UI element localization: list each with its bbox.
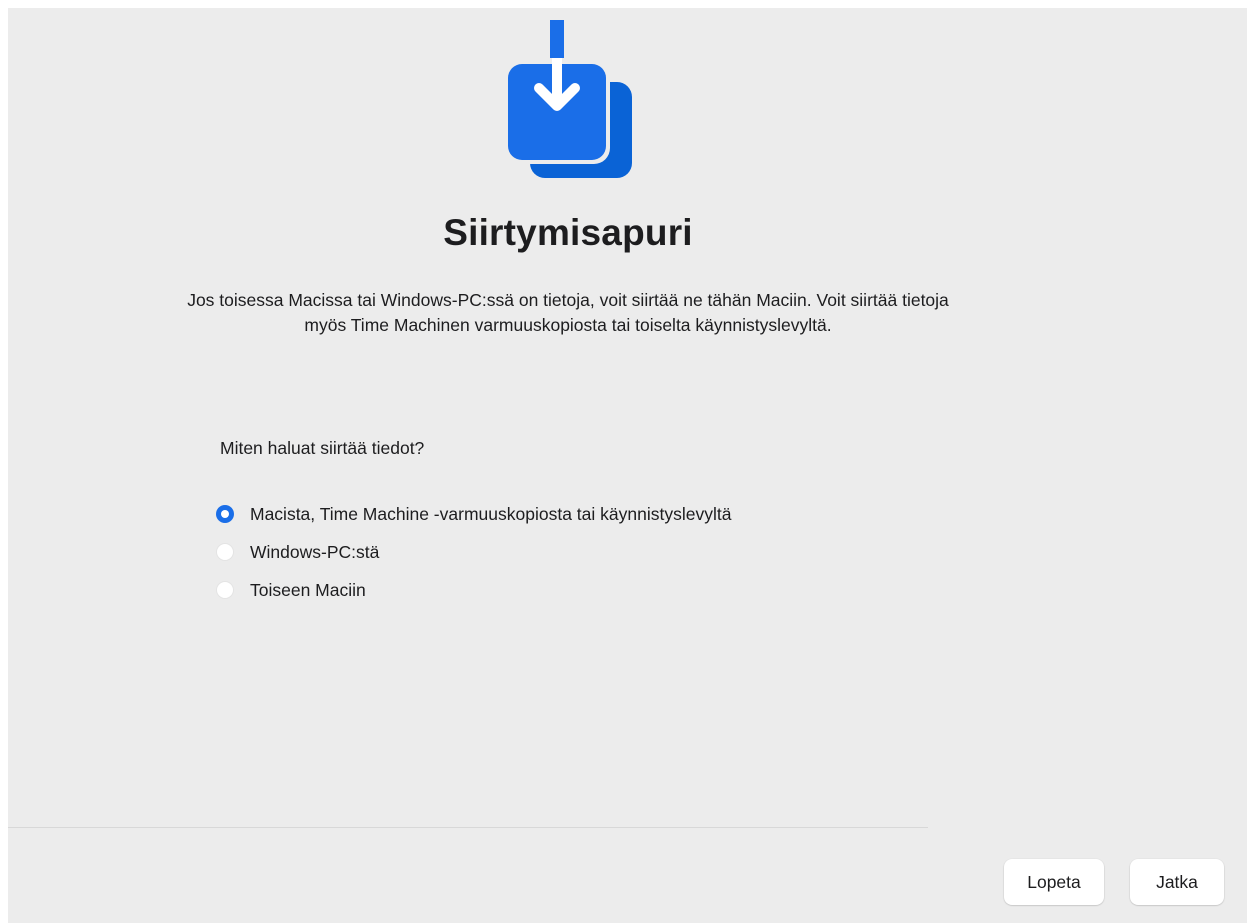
radio-button-selected[interactable] [216,505,234,523]
option-label: Toiseen Maciin [250,579,366,600]
radio-button[interactable] [216,543,234,561]
option-from-mac[interactable]: Macista, Time Machine -varmuuskopiosta t… [216,495,731,533]
app-title: Siirtymisapuri [443,212,693,253]
option-to-another-mac[interactable]: Toiseen Maciin [216,571,731,609]
option-label: Windows-PC:stä [250,541,380,562]
radio-button[interactable] [216,581,234,599]
intro-text: Jos toisessa Macissa tai Windows-PC:ssä … [28,288,1108,338]
option-label: Macista, Time Machine -varmuuskopiosta t… [250,503,732,524]
intro-line-1: Jos toisessa Macissa tai Windows-PC:ssä … [187,290,949,310]
migration-assistant-icon [504,20,632,178]
migration-assistant-window: Siirtymisapuri Jos toisessa Macissa tai … [8,8,1247,923]
quit-button[interactable]: Lopeta [1004,859,1104,905]
footer-divider [8,827,928,828]
option-from-windows-pc[interactable]: Windows-PC:stä [216,533,731,571]
intro-line-2: myös Time Machinen varmuuskopiosta tai t… [304,315,832,335]
transfer-question: Miten haluat siirtää tiedot? [220,438,425,458]
transfer-options: Macista, Time Machine -varmuuskopiosta t… [216,495,731,609]
continue-button[interactable]: Jatka [1130,859,1224,905]
